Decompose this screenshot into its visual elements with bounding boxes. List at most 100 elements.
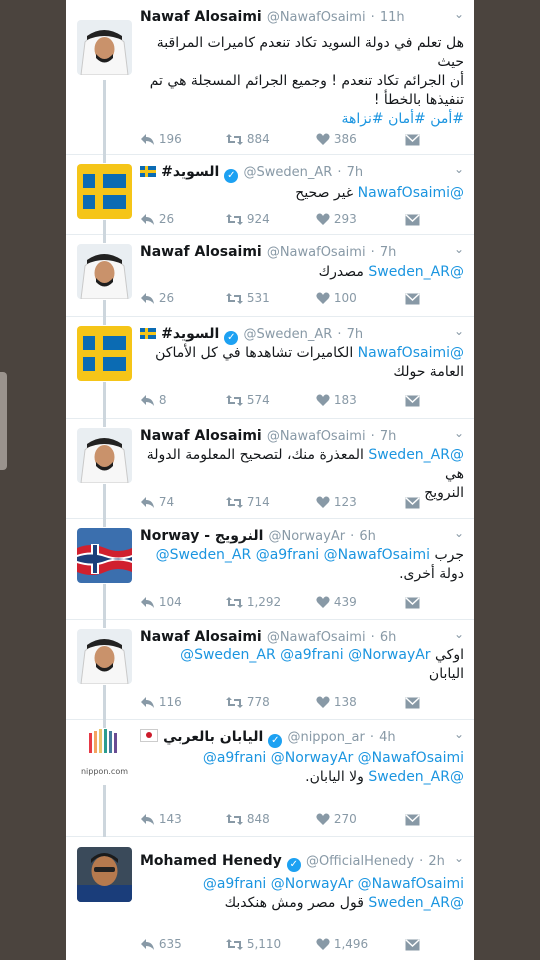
like-button[interactable]: 1,496 (316, 937, 368, 951)
like-button[interactable]: 270 (316, 812, 357, 826)
reply-button[interactable]: 196 (140, 132, 182, 146)
tweet[interactable]: Nawaf Alosaimi @NawafOsaimi · 6h ⌄ اوكي … (66, 620, 474, 720)
display-name[interactable]: #السويد (161, 326, 219, 342)
mention[interactable]: @Sweden_AR (368, 447, 464, 463)
retweet-button[interactable]: 574 (226, 393, 270, 407)
chevron-down-icon[interactable]: ⌄ (454, 324, 464, 338)
timestamp[interactable]: 4h (379, 730, 396, 745)
display-name[interactable]: Mohamed Henedy (140, 853, 282, 869)
avatar[interactable]: nippon.com (77, 729, 132, 784)
reply-button[interactable]: 8 (140, 393, 166, 407)
timestamp[interactable]: 7h (380, 245, 397, 260)
tweet[interactable]: nippon.com اليابان بالعربي ✓ @nippon_ar … (66, 720, 474, 837)
message-button[interactable] (405, 291, 420, 305)
timestamp[interactable]: 11h (380, 10, 405, 25)
handle[interactable]: @Sweden_AR (243, 165, 332, 180)
handle[interactable]: @Sweden_AR (243, 327, 332, 342)
avatar[interactable] (77, 20, 132, 75)
handle[interactable]: @NorwayAr (269, 529, 346, 544)
retweet-button[interactable]: 1,292 (226, 595, 281, 609)
like-button[interactable]: 123 (316, 495, 357, 509)
message-button[interactable] (405, 495, 420, 509)
like-button[interactable]: 100 (316, 291, 357, 305)
like-button[interactable]: 138 (316, 695, 357, 709)
display-name[interactable]: Nawaf Alosaimi (140, 629, 262, 645)
mention[interactable]: @Sweden_AR (368, 769, 464, 785)
display-name[interactable]: Nawaf Alosaimi (140, 9, 262, 25)
handle[interactable]: @nippon_ar (287, 730, 364, 745)
handle[interactable]: @NawafOsaimi (267, 10, 366, 25)
reply-button[interactable]: 143 (140, 812, 182, 826)
chevron-down-icon[interactable]: ⌄ (454, 851, 464, 865)
mention[interactable]: @Sweden_AR (368, 264, 464, 280)
reply-button[interactable]: 635 (140, 937, 182, 951)
avatar[interactable] (77, 326, 132, 381)
tweet[interactable]: Nawaf Alosaimi @NawafOsaimi · 11h ⌄ هل ت… (66, 0, 474, 155)
avatar[interactable] (77, 528, 132, 583)
handle[interactable]: @NawafOsaimi (267, 245, 366, 260)
reply-button[interactable]: 26 (140, 291, 174, 305)
message-button[interactable] (405, 695, 420, 709)
chevron-down-icon[interactable]: ⌄ (454, 627, 464, 641)
retweet-button[interactable]: 884 (226, 132, 270, 146)
avatar[interactable] (77, 244, 132, 299)
timestamp[interactable]: 7h (380, 429, 397, 444)
timestamp[interactable]: 6h (359, 529, 376, 544)
avatar[interactable] (77, 428, 132, 483)
reply-button[interactable]: 26 (140, 212, 174, 226)
retweet-button[interactable]: 778 (226, 695, 270, 709)
chevron-down-icon[interactable]: ⌄ (454, 162, 464, 176)
like-button[interactable]: 183 (316, 393, 357, 407)
display-name[interactable]: اليابان بالعربي (163, 729, 263, 745)
like-button[interactable]: 293 (316, 212, 357, 226)
avatar[interactable] (77, 847, 132, 902)
reply-button[interactable]: 116 (140, 695, 182, 709)
message-button[interactable] (405, 132, 420, 146)
display-name[interactable]: Nawaf Alosaimi (140, 244, 262, 260)
mention[interactable]: @Sweden_AR @a9frani @NawafOsaimi (156, 547, 430, 563)
message-button[interactable] (405, 393, 420, 407)
retweet-button[interactable]: 714 (226, 495, 270, 509)
like-button[interactable]: 439 (316, 595, 357, 609)
timestamp[interactable]: 2h (428, 854, 445, 869)
tweet[interactable]: Nawaf Alosaimi @NawafOsaimi · 7h ⌄ @Swed… (66, 235, 474, 317)
timestamp[interactable]: 7h (347, 165, 364, 180)
tweet[interactable]: #السويد ✓ @Sweden_AR · 7h ⌄ @NawafOsaimi… (66, 317, 474, 419)
message-button[interactable] (405, 212, 420, 226)
message-button[interactable] (405, 595, 420, 609)
side-scroll-tab[interactable] (0, 372, 7, 470)
message-button[interactable] (405, 937, 420, 951)
mention[interactable]: @NawafOsaimi (358, 345, 464, 361)
timestamp[interactable]: 7h (347, 327, 364, 342)
retweet-button[interactable]: 924 (226, 212, 270, 226)
retweet-button[interactable]: 5,110 (226, 937, 281, 951)
chevron-down-icon[interactable]: ⌄ (454, 526, 464, 540)
mention[interactable]: @Sweden_AR (368, 895, 464, 911)
tweet[interactable]: #السويد ✓ @Sweden_AR · 7h ⌄ @NawafOsaimi… (66, 155, 474, 235)
reply-button[interactable]: 74 (140, 495, 174, 509)
timestamp[interactable]: 6h (380, 630, 397, 645)
chevron-down-icon[interactable]: ⌄ (454, 727, 464, 741)
reply-button[interactable]: 104 (140, 595, 182, 609)
display-name[interactable]: Nawaf Alosaimi (140, 428, 262, 444)
retweet-button[interactable]: 848 (226, 812, 270, 826)
handle[interactable]: @NawafOsaimi (267, 630, 366, 645)
display-name[interactable]: #السويد (161, 164, 219, 180)
tweet[interactable]: Norway - النرويج @NorwayAr · 6h ⌄ جرب @S… (66, 519, 474, 620)
handle[interactable]: @OfficialHenedy (306, 854, 414, 869)
retweet-button[interactable]: 531 (226, 291, 270, 305)
tweet[interactable]: Nawaf Alosaimi @NawafOsaimi · 7h ⌄ @Swed… (66, 419, 474, 519)
mention[interactable]: @Sweden_AR @a9frani @NorwayAr (180, 647, 430, 663)
message-button[interactable] (405, 812, 420, 826)
chevron-down-icon[interactable]: ⌄ (454, 242, 464, 256)
display-name[interactable]: Norway - النرويج (140, 528, 263, 544)
avatar[interactable] (77, 164, 132, 219)
handle[interactable]: @NawafOsaimi (267, 429, 366, 444)
tweet[interactable]: Mohamed Henedy ✓ @OfficialHenedy · 2h ⌄ … (66, 837, 474, 957)
hashtags[interactable]: #أمن #أمان #نزاهة (140, 110, 464, 129)
mention[interactable]: @NawafOsaimi (358, 185, 464, 201)
mention[interactable]: @a9frani @NorwayAr @NawafOsaimi (140, 749, 464, 768)
chevron-down-icon[interactable]: ⌄ (454, 426, 464, 440)
like-button[interactable]: 386 (316, 132, 357, 146)
mention[interactable]: @a9frani @NorwayAr @NawafOsaimi (140, 875, 464, 894)
